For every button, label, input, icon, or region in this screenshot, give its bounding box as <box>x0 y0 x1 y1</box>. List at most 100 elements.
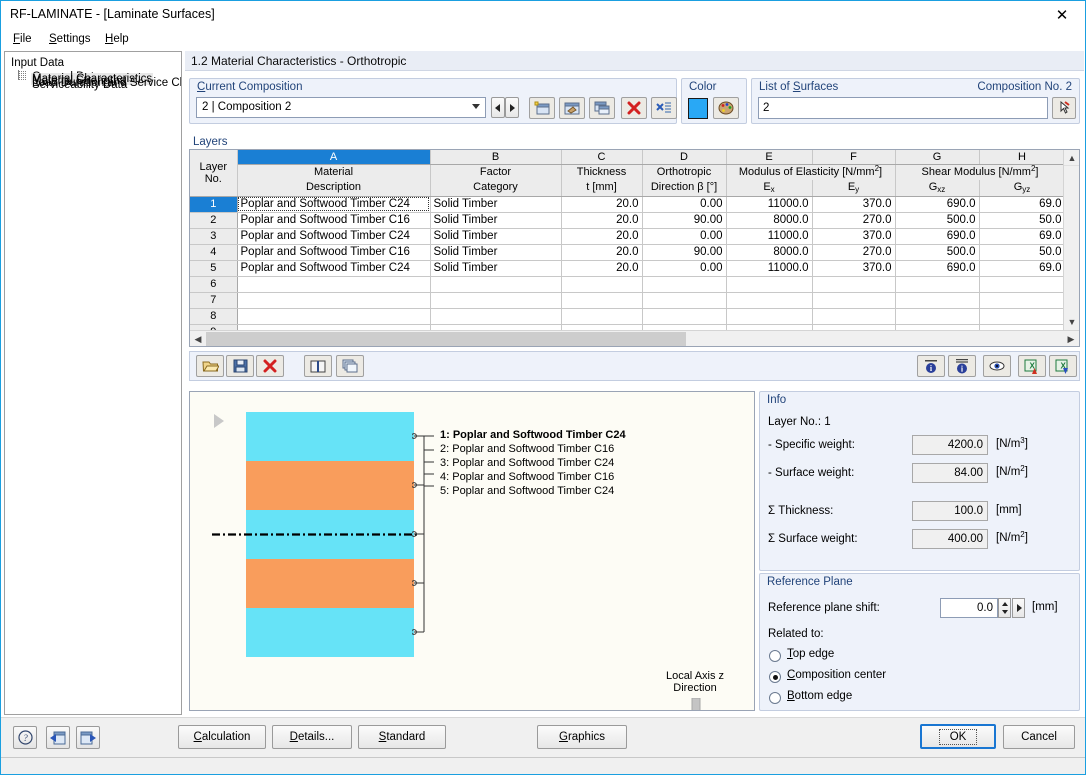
cell-gxz-3[interactable]: 690.0 <box>895 228 980 245</box>
cell-category-1[interactable]: Solid Timber <box>430 196 562 213</box>
cell-thickness-7[interactable] <box>561 292 643 309</box>
cell-gyz-5[interactable]: 69.0 <box>979 260 1066 277</box>
cell-category-8[interactable] <box>430 308 562 325</box>
menu-file[interactable]: File <box>7 31 38 47</box>
radio-bottom-edge[interactable] <box>769 692 781 704</box>
cell-ex-6[interactable] <box>726 276 813 293</box>
col-letter-e[interactable]: E <box>726 150 813 165</box>
delete-composition-button[interactable] <box>621 97 647 119</box>
cell-gxz-8[interactable] <box>895 308 980 325</box>
spinner-up-icon[interactable] <box>1001 602 1008 606</box>
cell-ex-8[interactable] <box>726 308 813 325</box>
cell-material-5[interactable]: Poplar and Softwood Timber C24 <box>237 260 431 277</box>
layer-band-4[interactable] <box>246 559 414 608</box>
cell-material-4[interactable]: Poplar and Softwood Timber C16 <box>237 244 431 261</box>
cell-ey-4[interactable]: 270.0 <box>812 244 896 261</box>
cell-category-3[interactable]: Solid Timber <box>430 228 562 245</box>
col-letter-f[interactable]: F <box>812 150 896 165</box>
open-layers-button[interactable] <box>196 355 224 377</box>
cell-gxz-5[interactable]: 690.0 <box>895 260 980 277</box>
scroll-up-icon[interactable]: ▲ <box>1064 150 1079 166</box>
col-letter-c[interactable]: C <box>561 150 643 165</box>
color-swatch[interactable] <box>688 98 708 119</box>
info-all-button[interactable]: i <box>948 355 976 377</box>
cell-gxz-1[interactable]: 690.0 <box>895 196 980 213</box>
radio-top-edge[interactable] <box>769 650 781 662</box>
cell-beta-7[interactable] <box>642 292 727 309</box>
cell-category-6[interactable] <box>430 276 562 293</box>
sidebar-item-serviceability-data[interactable]: Serviceability Data <box>17 78 181 91</box>
layers-graphic[interactable]: 1: Poplar and Softwood Timber C24 2: Popl… <box>189 391 755 711</box>
layer-band-2[interactable] <box>246 461 414 510</box>
cell-ey-6[interactable] <box>812 276 896 293</box>
table-row[interactable]: 6 <box>190 276 1066 293</box>
cell-gyz-4[interactable]: 50.0 <box>979 244 1066 261</box>
edit-composition-button[interactable] <box>559 97 585 119</box>
cell-ey-5[interactable]: 370.0 <box>812 260 896 277</box>
prev-module-button[interactable] <box>46 726 70 749</box>
layer-band-5[interactable] <box>246 608 414 657</box>
copy-composition-button[interactable] <box>589 97 615 119</box>
table-row[interactable]: 1 Poplar and Softwood Timber C24 Solid Tim… <box>190 196 1066 213</box>
cell-material-3[interactable]: Poplar and Softwood Timber C24 <box>237 228 431 245</box>
menu-settings[interactable]: Settings <box>43 31 97 47</box>
col-letter-h[interactable]: H <box>979 150 1066 165</box>
cell-material-1[interactable]: Poplar and Softwood Timber C24 <box>237 196 431 213</box>
cell-thickness-1[interactable]: 20.0 <box>561 196 643 213</box>
cell-ex-4[interactable]: 8000.0 <box>726 244 813 261</box>
col-letter-d[interactable]: D <box>642 150 727 165</box>
cell-ey-8[interactable] <box>812 308 896 325</box>
cell-thickness-2[interactable]: 20.0 <box>561 212 643 229</box>
cell-ex-7[interactable] <box>726 292 813 309</box>
surfaces-input[interactable] <box>758 97 1048 119</box>
cell-gyz-1[interactable]: 69.0 <box>979 196 1066 213</box>
color-palette-button[interactable] <box>713 97 739 119</box>
table-row[interactable]: 4 Poplar and Softwood Timber C16 Solid Tim… <box>190 244 1066 261</box>
spinner-right-icon[interactable] <box>1016 604 1022 612</box>
cell-gyz-6[interactable] <box>979 276 1066 293</box>
cell-beta-8[interactable] <box>642 308 727 325</box>
layer-band-1[interactable] <box>246 412 414 461</box>
navigation-tree[interactable]: Input Data General Data Material Charact… <box>4 51 182 715</box>
col-letter-b[interactable]: B <box>430 150 562 165</box>
expand-graphic-icon[interactable] <box>212 412 226 430</box>
details-button[interactable]: Details... <box>272 725 352 749</box>
table-vscrollbar[interactable]: ▲ ▼ <box>1063 150 1079 330</box>
tree-root-input-data[interactable]: Input Data <box>9 56 181 70</box>
cell-material-8[interactable] <box>237 308 431 325</box>
graphics-button[interactable]: Graphics <box>537 725 627 749</box>
next-module-button[interactable] <box>76 726 100 749</box>
cell-gyz-7[interactable] <box>979 292 1066 309</box>
cell-thickness-6[interactable] <box>561 276 643 293</box>
composition-prev-button[interactable] <box>491 97 505 118</box>
cell-gxz-2[interactable]: 500.0 <box>895 212 980 229</box>
composition-next-button[interactable] <box>505 97 519 118</box>
close-icon[interactable]: ✕ <box>1039 1 1085 29</box>
reference-plane-shift-next[interactable] <box>1012 598 1025 618</box>
new-composition-button[interactable] <box>529 97 555 119</box>
row-header-5[interactable]: 5 <box>190 260 238 277</box>
cell-beta-1[interactable]: 0.00 <box>642 196 727 213</box>
scroll-right-icon[interactable]: ▶ <box>1063 331 1079 346</box>
table-row[interactable]: 5 Poplar and Softwood Timber C24 Solid Tim… <box>190 260 1066 277</box>
layers-table[interactable]: Layer No. A B C D E F G H Material Facto… <box>189 149 1080 347</box>
cell-beta-4[interactable]: 90.00 <box>642 244 727 261</box>
cell-gxz-7[interactable] <box>895 292 980 309</box>
row-header-1[interactable]: 1 <box>190 196 238 213</box>
hscroll-thumb[interactable] <box>206 332 686 346</box>
spinner-down-icon[interactable] <box>1001 610 1008 614</box>
table-row[interactable]: 8 <box>190 308 1066 325</box>
cell-category-2[interactable]: Solid Timber <box>430 212 562 229</box>
row-header-2[interactable]: 2 <box>190 212 238 229</box>
row-header-8[interactable]: 8 <box>190 308 238 325</box>
cell-beta-5[interactable]: 0.00 <box>642 260 727 277</box>
cell-material-6[interactable] <box>237 276 431 293</box>
table-row[interactable]: 7 <box>190 292 1066 309</box>
ok-button[interactable]: OK <box>920 724 996 749</box>
col-layer-no[interactable]: Layer No. <box>190 150 238 197</box>
menu-help[interactable]: Help <box>99 31 135 47</box>
reference-plane-shift-value[interactable]: 0.0 <box>940 598 998 618</box>
cell-thickness-5[interactable]: 20.0 <box>561 260 643 277</box>
cell-ey-3[interactable]: 370.0 <box>812 228 896 245</box>
info-top-button[interactable]: i <box>917 355 945 377</box>
